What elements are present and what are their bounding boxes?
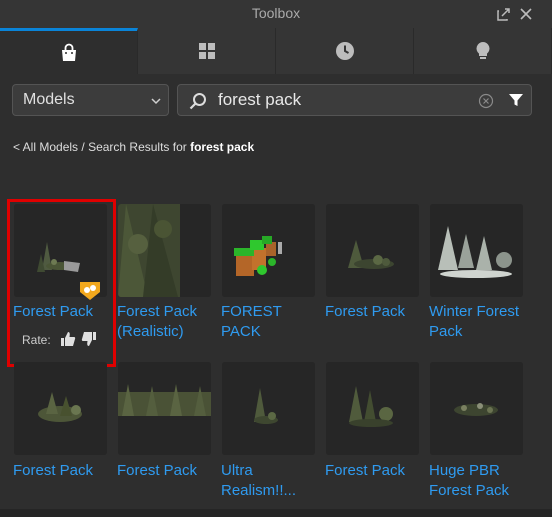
result-name-9[interactable]: Forest Pack xyxy=(325,461,423,481)
tab-bar xyxy=(0,28,552,74)
result-thumbnail-6[interactable] xyxy=(14,362,107,455)
forest-pack-realistic-model-image xyxy=(118,204,211,297)
result-name-6[interactable]: Forest Pack xyxy=(13,461,111,481)
bottom-edge xyxy=(0,509,552,517)
result-thumbnail-10[interactable] xyxy=(430,362,523,455)
huge-pbr-forest-pack-model-image xyxy=(430,362,523,455)
clock-icon xyxy=(334,40,356,62)
shopping-bag-icon xyxy=(58,42,80,64)
forest-pack-model-image-2 xyxy=(326,204,419,297)
category-dropdown[interactable]: Models xyxy=(12,84,169,116)
breadcrumb-term: forest pack xyxy=(190,140,255,154)
winter-forest-pack-model-image xyxy=(430,204,523,297)
tab-creations[interactable] xyxy=(414,28,552,74)
forest-pack-blocks-model-image xyxy=(222,204,315,297)
chevron-down-icon xyxy=(150,94,162,106)
result-thumbnail-9[interactable] xyxy=(326,362,419,455)
window-title: Toolbox xyxy=(251,5,301,21)
clear-search-icon[interactable] xyxy=(478,93,494,109)
result-name-3[interactable]: FOREST PACK xyxy=(221,302,319,342)
result-name-2[interactable]: Forest Pack (Realistic) xyxy=(117,302,215,342)
result-name-4[interactable]: Forest Pack xyxy=(325,302,423,322)
title-bar: Toolbox xyxy=(0,0,552,28)
tab-marketplace[interactable] xyxy=(0,28,138,74)
result-thumbnail-5[interactable] xyxy=(430,204,523,297)
result-thumbnail-4[interactable] xyxy=(326,204,419,297)
undock-icon[interactable] xyxy=(496,6,512,22)
result-name-10[interactable]: Huge PBR Forest Pack xyxy=(429,461,527,501)
close-icon[interactable] xyxy=(518,6,534,22)
search-icon xyxy=(188,91,208,111)
result-name-7[interactable]: Forest Pack xyxy=(117,461,215,481)
lightbulb-icon xyxy=(472,40,494,62)
forest-pack-model-image-5 xyxy=(326,362,419,455)
forest-pack-model-image-3 xyxy=(14,362,107,455)
result-thumbnail-2[interactable] xyxy=(118,204,211,297)
tab-recent[interactable] xyxy=(276,28,414,74)
search-input[interactable]: forest pack xyxy=(218,90,301,110)
breadcrumb-all-models-link[interactable]: < All Models xyxy=(13,140,78,154)
result-name-8[interactable]: Ultra Realism!!... xyxy=(221,461,319,501)
breadcrumb-separator: / xyxy=(78,140,89,154)
result-thumbnail-8[interactable] xyxy=(222,362,315,455)
selected-result-highlight xyxy=(7,199,116,367)
grid-icon xyxy=(196,40,218,62)
result-name-5[interactable]: Winter Forest Pack xyxy=(429,302,527,342)
filter-icon[interactable] xyxy=(508,92,524,108)
result-thumbnail-3[interactable] xyxy=(222,204,315,297)
search-box[interactable]: forest pack xyxy=(177,84,532,116)
category-dropdown-value: Models xyxy=(23,91,75,108)
breadcrumb-prefix: Search Results for xyxy=(88,140,191,154)
result-thumbnail-7[interactable] xyxy=(118,362,211,455)
tab-inventory[interactable] xyxy=(138,28,276,74)
breadcrumb: < All Models / Search Results for forest… xyxy=(13,140,254,154)
ultra-realism-model-image xyxy=(222,362,315,455)
forest-pack-model-image-4 xyxy=(118,362,211,455)
